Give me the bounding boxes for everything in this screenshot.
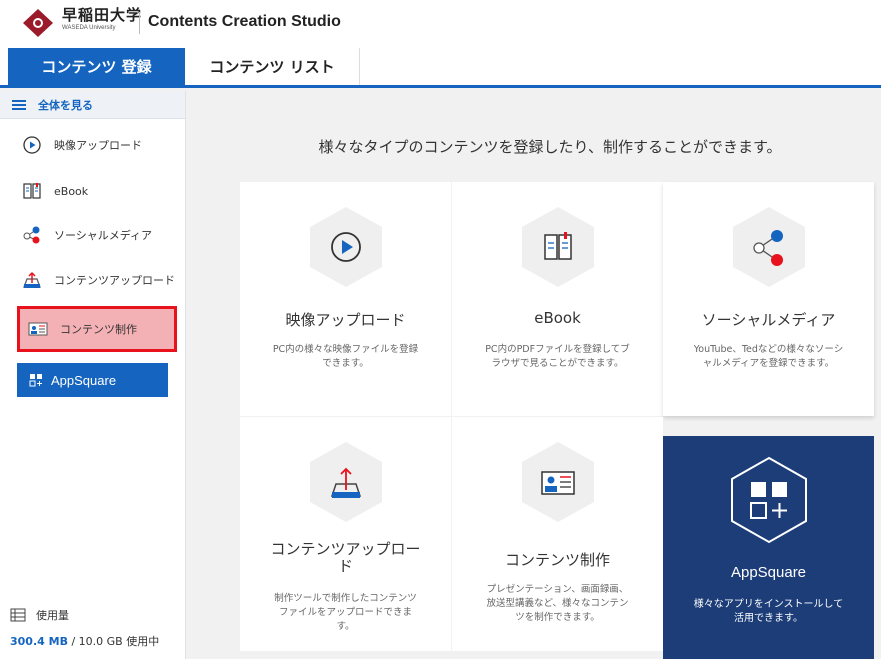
waseda-logo-icon — [23, 9, 53, 37]
play-circle-icon — [22, 135, 42, 155]
storage-icon — [10, 608, 26, 622]
card-content-creation[interactable]: コンテンツ制作 プレゼンテーション、画面録画、放送型講義など、様々なコンテンツを… — [452, 417, 663, 651]
usage-total: / 10.0 GB 使用中 — [67, 635, 160, 648]
usage-used: 300.4 MB — [10, 635, 68, 648]
appsquare-button[interactable]: AppSquare — [17, 363, 168, 397]
sidebar-item-social-media[interactable]: ソーシャルメディア — [0, 213, 186, 257]
sidebar-item-label: コンテンツ制作 — [60, 323, 137, 336]
app-title: Contents Creation Studio — [148, 13, 341, 30]
appsquare-label: AppSquare — [51, 372, 117, 388]
sidebar-item-video-upload[interactable]: 映像アップロード — [0, 123, 186, 167]
hamburger-icon — [12, 99, 26, 110]
appsquare-icon — [29, 374, 42, 387]
share-icon — [733, 207, 805, 287]
sidebar-item-label: eBook — [54, 184, 89, 198]
card-content-upload[interactable]: コンテンツアップロード 制作ツールで制作したコンテンツファイルをアップロードでき… — [240, 417, 451, 651]
card-appsquare[interactable]: AppSquare 様々なアプリをインストールして活用できます。 — [663, 436, 874, 659]
appsquare-icon — [731, 456, 807, 544]
sidebar-item-label: ソーシャルメディア — [54, 229, 153, 242]
logo-jp: 早稲田大学 — [62, 6, 143, 24]
card-social-media[interactable]: ソーシャルメディア YouTube、Tedなどの様々なソーシャルメディアを登録で… — [663, 182, 874, 416]
see-all-label: 全体を見る — [38, 98, 93, 112]
header-divider — [139, 12, 140, 34]
tab-bar: コンテンツ 登録 コンテンツ リスト — [0, 48, 881, 88]
play-circle-icon — [310, 207, 382, 287]
ebook-icon — [522, 207, 594, 287]
sidebar: 全体を見る 映像アップロード eBook ソーシャルメディア コンテンツアップロ… — [0, 91, 186, 659]
usage-value: 300.4 MB / 10.0 GB 使用中 — [10, 633, 180, 649]
card-description: PC内の様々な映像ファイルを登録できます。 — [272, 344, 419, 369]
card-description: 制作ツールで制作したコンテンツファイルをアップロードできます。 — [274, 593, 417, 632]
ebook-icon — [22, 181, 42, 201]
sidebar-item-ebook[interactable]: eBook — [0, 169, 186, 213]
sidebar-item-content-creation[interactable]: コンテンツ制作 — [17, 306, 177, 352]
share-icon — [22, 225, 42, 245]
university-logo-text: 早稲田大学 WASEDA University — [62, 6, 142, 32]
card-title: ソーシャルメディア — [701, 311, 836, 329]
upload-tray-icon — [310, 442, 382, 522]
card-description: プレゼンテーション、画面録画、放送型講義など、様々なコンテンツを制作できます。 — [486, 584, 629, 623]
sidebar-item-label: 映像アップロード — [54, 139, 142, 152]
storage-usage: 使用量 300.4 MB / 10.0 GB 使用中 — [10, 607, 180, 649]
card-title: コンテンツ制作 — [504, 551, 610, 569]
card-description: PC内のPDFファイルを登録してブラウザで見ることができます。 — [485, 344, 630, 369]
logo-en: WASEDA University — [62, 25, 116, 31]
card-title: AppSquare — [730, 564, 807, 581]
app-header: 早稲田大学 WASEDA University Contents Creatio… — [0, 0, 881, 48]
card-title: コンテンツアップロード — [270, 540, 421, 575]
content-card-icon — [522, 442, 594, 522]
usage-label: 使用量 — [36, 609, 69, 622]
card-description: YouTube、Tedなどの様々なソーシャルメディアを登録できます。 — [693, 344, 844, 369]
card-video-upload[interactable]: 映像アップロード PC内の様々な映像ファイルを登録できます。 — [240, 182, 451, 416]
content-card-icon — [28, 319, 48, 339]
card-description: 様々なアプリをインストールして活用できます。 — [693, 599, 844, 624]
see-all-button[interactable]: 全体を見る — [0, 91, 185, 119]
card-title: eBook — [534, 309, 581, 327]
card-title: 映像アップロード — [285, 311, 406, 329]
tab-content-register[interactable]: コンテンツ 登録 — [8, 48, 185, 85]
sidebar-item-label: コンテンツアップロード — [54, 274, 175, 287]
card-ebook[interactable]: eBook PC内のPDFファイルを登録してブラウザで見ることができます。 — [452, 182, 663, 416]
upload-tray-icon — [22, 270, 42, 290]
page-headline: 様々なタイプのコンテンツを登録したり、制作することができます。 — [318, 138, 782, 156]
sidebar-item-content-upload[interactable]: コンテンツアップロード — [0, 258, 186, 302]
tab-content-list[interactable]: コンテンツ リスト — [185, 48, 360, 85]
